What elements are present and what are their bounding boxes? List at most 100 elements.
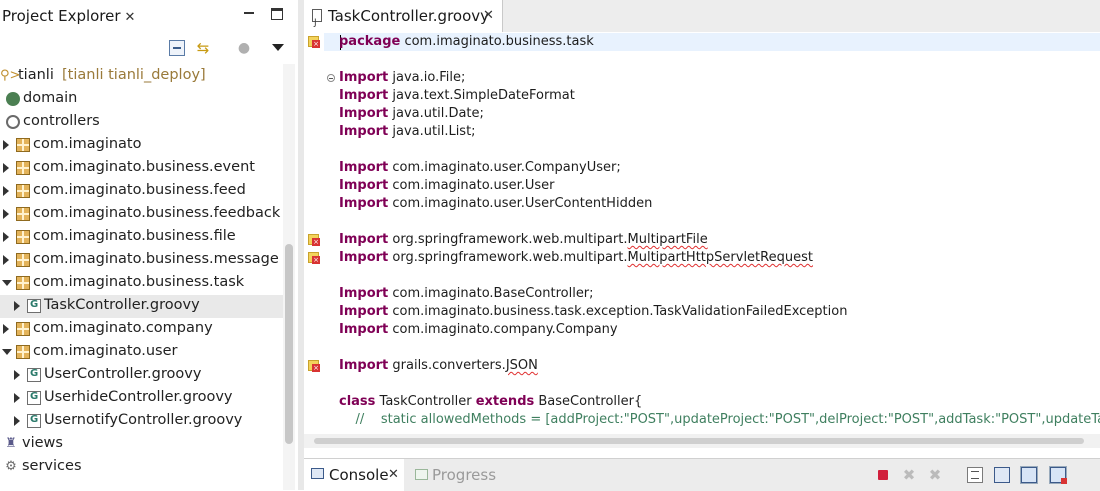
error-marker-icon[interactable]: × (308, 234, 320, 246)
link-with-editor-icon[interactable]: ⇆ (195, 40, 211, 56)
import-path: com.imaginato.BaseController; (392, 286, 594, 301)
expand-arrow-icon[interactable] (14, 370, 20, 380)
tree-item-label: com.imaginato (33, 136, 142, 152)
fold-imports-icon[interactable] (327, 74, 335, 82)
maximize-view-button[interactable] (271, 8, 283, 20)
code-line: Import com.imaginato.business.task.excep… (339, 303, 847, 321)
package-icon (16, 161, 30, 175)
editor-tab-taskcontroller[interactable]: TaskController.groovy ✕ (304, 0, 503, 39)
terminate-icon[interactable] (875, 467, 891, 483)
collapse-all-icon[interactable] (169, 40, 185, 56)
tree-item-label: com.imaginato.user (33, 343, 178, 359)
project-explorer-tab[interactable]: Project Explorer ✕ (0, 0, 135, 32)
tree-item-package[interactable]: com.imaginato.user (0, 341, 283, 364)
tree-item-file[interactable]: UserhideController.groovy (0, 387, 283, 410)
project-explorer-tabbar: Project Explorer ✕ (0, 0, 298, 32)
tree-item-label: views (22, 435, 63, 451)
import-path: java.io.File; (392, 70, 466, 85)
tree-item-label: com.imaginato.business.file (33, 228, 236, 244)
package-icon (16, 230, 30, 244)
remove-all-icon[interactable]: ✖ (927, 467, 943, 483)
tree-item-package[interactable]: com.imaginato.business.feed (0, 180, 283, 203)
keyword: Import (339, 178, 389, 193)
tree-item-label: UsernotifyController.groovy (44, 412, 243, 428)
keyword: Import (339, 250, 389, 265)
groovy-file-icon (27, 368, 41, 382)
expand-arrow-icon[interactable] (3, 255, 9, 265)
tree-item-services[interactable]: ⚙ services (0, 456, 283, 479)
tree-item-package[interactable]: com.imaginato.business.feedback (0, 203, 283, 226)
close-icon[interactable]: ✕ (125, 10, 136, 25)
view-menu-icon[interactable] (272, 44, 284, 51)
import-path: org.springframework.web.multipart. (392, 232, 628, 247)
tree-item-controllers[interactable]: controllers (0, 111, 283, 134)
services-icon: ⚙ (5, 459, 17, 474)
code-line: Import org.springframework.web.multipart… (339, 249, 813, 267)
package-icon (16, 253, 30, 267)
error-marker-icon[interactable]: × (308, 252, 320, 264)
expand-arrow-icon[interactable] (14, 393, 20, 403)
expand-arrow-icon[interactable] (3, 324, 9, 334)
expand-arrow-icon[interactable] (3, 140, 9, 150)
tree-item-package[interactable]: com.imaginato.business.file (0, 226, 283, 249)
scroll-lock-icon[interactable] (994, 467, 1010, 483)
expand-arrow-icon[interactable] (3, 186, 9, 196)
tree-item-package[interactable]: com.imaginato.business.event (0, 157, 283, 180)
scrollbar-thumb[interactable] (285, 244, 293, 444)
keyword: Import (339, 358, 389, 373)
code-line: Import grails.converters.JSON (339, 357, 538, 375)
expand-arrow-icon[interactable] (14, 301, 20, 311)
display-selected-console-icon[interactable] (1049, 466, 1067, 484)
tree-project-row[interactable]: ⚲> tianli [tianli tianli_deploy] (0, 65, 283, 88)
error-marker-icon[interactable]: × (308, 36, 320, 48)
expand-arrow-icon[interactable] (3, 232, 9, 242)
close-icon[interactable]: ✕ (388, 459, 399, 491)
tree-item-file-selected[interactable]: TaskController.groovy (0, 295, 283, 318)
import-path: com.imaginato.company.Company (392, 322, 618, 337)
editor-horizontal-scrollbar[interactable] (304, 434, 1100, 448)
tab-progress[interactable]: Progress (432, 459, 496, 491)
project-tree-scrollbar[interactable] (283, 64, 295, 490)
code-editor[interactable]: × × × × package com.imaginato.business.t… (304, 32, 1100, 434)
pin-console-icon[interactable] (1020, 466, 1038, 484)
code-line: Import com.imaginato.user.User (339, 177, 554, 195)
project-name: tianli (18, 67, 54, 83)
groovy-file-icon (27, 299, 41, 313)
minimize-view-button[interactable] (241, 8, 257, 22)
error-marker-icon[interactable]: × (308, 360, 320, 372)
package-icon (16, 276, 30, 290)
views-icon: ♜ (5, 436, 17, 451)
clear-console-icon[interactable] (967, 467, 983, 483)
tab-console[interactable]: Console ✕ (304, 459, 404, 491)
class-name: TaskController (375, 394, 476, 409)
unresolved-token: MultipartFile (627, 232, 708, 247)
tree-item-file[interactable]: UserController.groovy (0, 364, 283, 387)
code-line: Import com.imaginato.BaseController; (339, 285, 594, 303)
console-tab-label: Console (329, 466, 389, 484)
base-class: BaseController{ (534, 394, 643, 409)
expand-arrow-icon[interactable] (3, 163, 9, 173)
expand-arrow-icon[interactable] (3, 209, 9, 219)
tree-item-package[interactable]: com.imaginato.company (0, 318, 283, 341)
tree-item-file[interactable]: UsernotifyController.groovy (0, 410, 283, 433)
project-tree: ⚲> tianli [tianli tianli_deploy] domain … (0, 64, 283, 490)
scrollbar-thumb[interactable] (314, 438, 1084, 444)
tree-item-views[interactable]: ♜ views (0, 433, 283, 456)
console-icon (311, 468, 324, 479)
project-explorer-toolbar (0, 32, 298, 62)
tree-item-domain[interactable]: domain (0, 88, 283, 111)
keyword: Import (339, 88, 389, 103)
close-icon[interactable]: ✕ (483, 0, 494, 32)
tree-item-package[interactable]: com.imaginato.business.task (0, 272, 283, 295)
tree-item-package[interactable]: com.imaginato (0, 134, 283, 157)
tree-item-label: com.imaginato.business.feedback (33, 205, 281, 221)
focus-icon[interactable]: ● (236, 40, 252, 56)
keyword: Import (339, 232, 389, 247)
collapse-arrow-icon[interactable] (2, 349, 12, 355)
remove-launch-icon[interactable]: ✖ (901, 467, 917, 483)
expand-arrow-icon[interactable] (14, 416, 20, 426)
collapse-arrow-icon[interactable] (2, 280, 12, 286)
tree-item-package[interactable]: com.imaginato.business.message (0, 249, 283, 272)
unresolved-token: MultipartHttpServletRequest (627, 250, 813, 265)
tree-item-label: com.imaginato.business.feed (33, 182, 246, 198)
